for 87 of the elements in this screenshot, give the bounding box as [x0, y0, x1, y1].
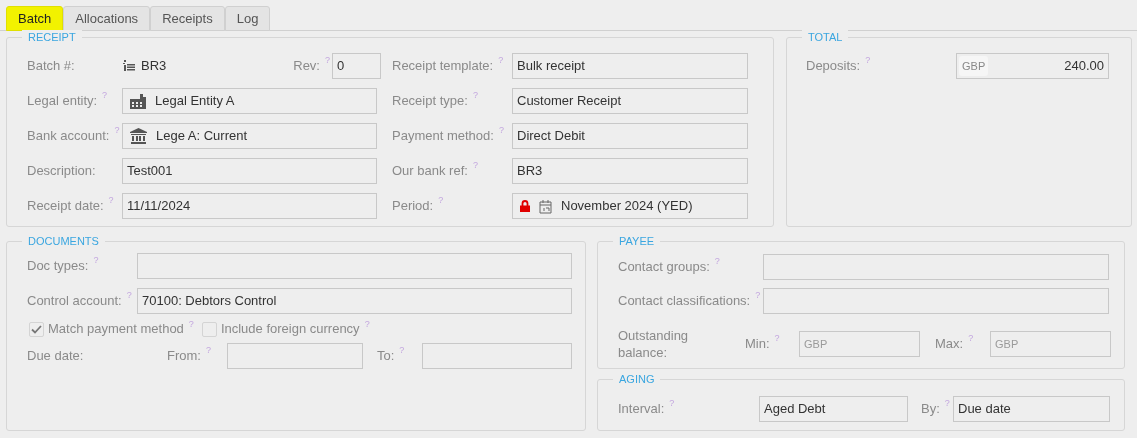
help-mark[interactable]: ?	[102, 89, 108, 103]
bank-icon	[130, 128, 147, 144]
input-field[interactable]: BR3	[512, 158, 748, 184]
help-mark[interactable]: ?	[755, 289, 761, 303]
field-label: Contact classifications:	[618, 292, 751, 311]
help-mark[interactable]: ?	[498, 54, 504, 68]
field-label: Rev:	[293, 57, 320, 76]
field-label: Outstanding balance:	[618, 327, 690, 361]
input-field[interactable]: Bulk receipt	[512, 53, 748, 79]
field-label: Deposits:	[806, 57, 861, 76]
field-label: Batch #:	[27, 57, 75, 76]
help-mark[interactable]: ?	[364, 318, 370, 332]
batch-number: BR3	[141, 57, 167, 76]
field-label: Contact groups:	[618, 258, 710, 277]
checkbox-label[interactable]: Include foreign currency	[220, 319, 360, 339]
help-mark[interactable]: ?	[114, 124, 120, 138]
field-label: Receipt type:	[392, 92, 468, 111]
input-field[interactable]: Direct Debit	[512, 123, 748, 149]
help-mark[interactable]: ?	[325, 54, 330, 68]
help-mark[interactable]: ?	[714, 255, 720, 269]
help-mark[interactable]: ?	[498, 124, 504, 138]
input-field[interactable]: Test001	[122, 158, 377, 184]
input-field[interactable]: Due date	[953, 396, 1110, 422]
field-label: Min:	[745, 335, 770, 354]
section-title: TOTAL	[802, 30, 849, 44]
help-mark[interactable]: ?	[968, 332, 974, 346]
checkbox[interactable]	[201, 321, 217, 337]
help-mark[interactable]: ?	[472, 89, 478, 103]
currency-label: GBP	[959, 55, 989, 77]
input-field[interactable]: Legal Entity A	[122, 88, 377, 114]
field-label: Max:	[935, 335, 964, 354]
tab[interactable]: Log	[224, 6, 271, 31]
field-label: Our bank ref:	[392, 162, 468, 181]
help-mark[interactable]: ?	[399, 344, 405, 358]
section-title: PAYEE	[613, 234, 661, 248]
input-field[interactable]	[422, 343, 572, 369]
input-field[interactable]: GBP	[799, 331, 920, 357]
calendar-icon	[539, 198, 552, 214]
checkbox[interactable]	[29, 321, 44, 337]
field-label: Bank account:	[27, 127, 110, 146]
help-mark[interactable]: ?	[188, 318, 194, 332]
help-mark[interactable]: ?	[472, 159, 478, 173]
input-field[interactable]	[763, 288, 1109, 314]
input-field[interactable]	[227, 343, 363, 369]
field-label: Description:	[27, 162, 96, 181]
input-field[interactable]: November 2024 (YED)	[512, 193, 748, 219]
section-title: AGING	[613, 372, 661, 386]
field-label: Legal entity:	[27, 92, 98, 111]
amount-field[interactable]: GBP 240.00	[956, 53, 1109, 79]
help-mark[interactable]: ?	[774, 332, 780, 346]
tab[interactable]: Batch	[6, 6, 64, 31]
field-label: Interval:	[618, 400, 665, 419]
field-label: Receipt date:	[27, 197, 104, 216]
amount-value: 240.00	[1064, 57, 1105, 76]
field-label: From:	[167, 347, 201, 366]
field-label: Receipt template:	[392, 57, 494, 76]
input-field[interactable]	[137, 253, 572, 279]
input-field[interactable]: 70100: Debtors Control	[137, 288, 572, 314]
field-label: Due date:	[27, 347, 84, 366]
help-mark[interactable]: ?	[865, 54, 871, 68]
help-mark[interactable]: ?	[944, 397, 950, 411]
input-field[interactable]: Customer Receipt	[512, 88, 748, 114]
help-mark[interactable]: ?	[438, 194, 444, 208]
building-icon	[130, 93, 146, 109]
section-title: RECEIPT	[22, 30, 82, 44]
help-mark[interactable]: ?	[205, 344, 211, 358]
field-label: To:	[377, 347, 395, 366]
input-field[interactable]: 11/11/2024	[122, 193, 377, 219]
field-label: Control account:	[27, 292, 122, 311]
help-mark[interactable]: ?	[126, 289, 132, 303]
field-label: Payment method:	[392, 127, 494, 146]
input-field[interactable]: 0	[332, 53, 381, 79]
list-icon	[123, 60, 135, 72]
input-field[interactable]: Lege A: Current	[122, 123, 377, 149]
section-title: DOCUMENTS	[22, 234, 105, 248]
field-label: Period:	[392, 197, 434, 216]
help-mark[interactable]: ?	[93, 254, 99, 268]
field-label: Doc types:	[27, 257, 89, 276]
field-label: By:	[921, 400, 940, 419]
tab[interactable]: Allocations	[63, 6, 151, 31]
checkbox-label[interactable]: Match payment method	[48, 319, 184, 339]
input-field[interactable]: Aged Debt	[759, 396, 908, 422]
input-field[interactable]	[763, 254, 1109, 280]
tab[interactable]: Receipts	[150, 6, 225, 31]
help-mark[interactable]: ?	[669, 397, 675, 411]
input-field[interactable]: GBP	[990, 331, 1111, 357]
help-mark[interactable]: ?	[108, 194, 114, 208]
